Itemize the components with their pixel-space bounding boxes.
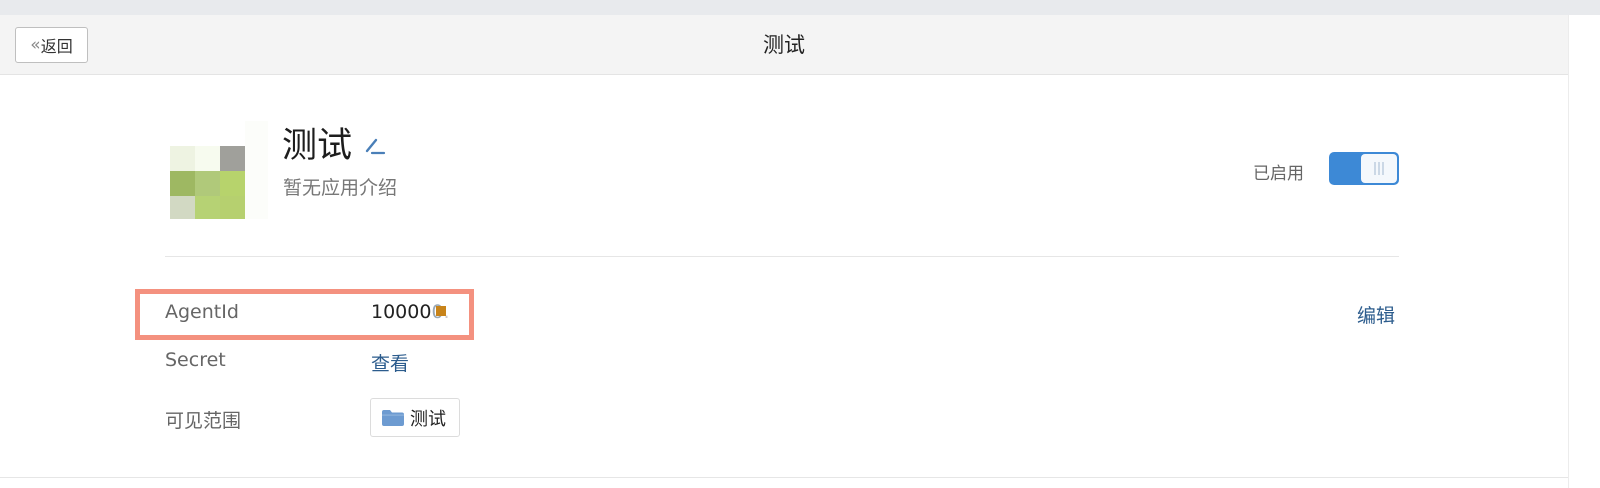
back-button-label: 返回 — [40, 37, 73, 56]
toggle-knob — [1361, 154, 1397, 183]
page-title: 测试 — [763, 33, 805, 57]
page-header: « 返回 测试 — [0, 15, 1568, 75]
browser-top-strip — [0, 0, 1600, 15]
app-logo-pixelated-icon — [170, 121, 268, 219]
scope-chip[interactable]: 测试 — [370, 398, 460, 437]
status-label: 已启用 — [1253, 164, 1304, 184]
agentid-value: 100000. — [371, 301, 450, 323]
scope-label: 可见范围 — [165, 410, 242, 432]
secret-label: Secret — [165, 349, 226, 371]
divider — [165, 256, 1399, 257]
pencil-icon[interactable] — [364, 136, 386, 156]
enable-toggle[interactable] — [1329, 152, 1399, 185]
back-button[interactable]: « 返回 — [15, 27, 88, 63]
double-chevron-left-icon: « — [30, 35, 41, 55]
app-description: 暂无应用介绍 — [283, 177, 398, 199]
app-detail-card: 测试 暂无应用介绍 已启用 AgentId 100000. 编辑 Secret … — [0, 76, 1568, 478]
scope-chip-label: 测试 — [410, 408, 446, 430]
scrollbar-track[interactable] — [1568, 15, 1600, 488]
app-logo — [170, 121, 268, 219]
folder-icon — [382, 409, 404, 426]
app-name: 测试 — [282, 126, 353, 166]
edit-link[interactable]: 编辑 — [1357, 301, 1395, 328]
agentid-label: AgentId — [165, 301, 239, 323]
secret-view-link[interactable]: 查看 — [371, 349, 409, 376]
